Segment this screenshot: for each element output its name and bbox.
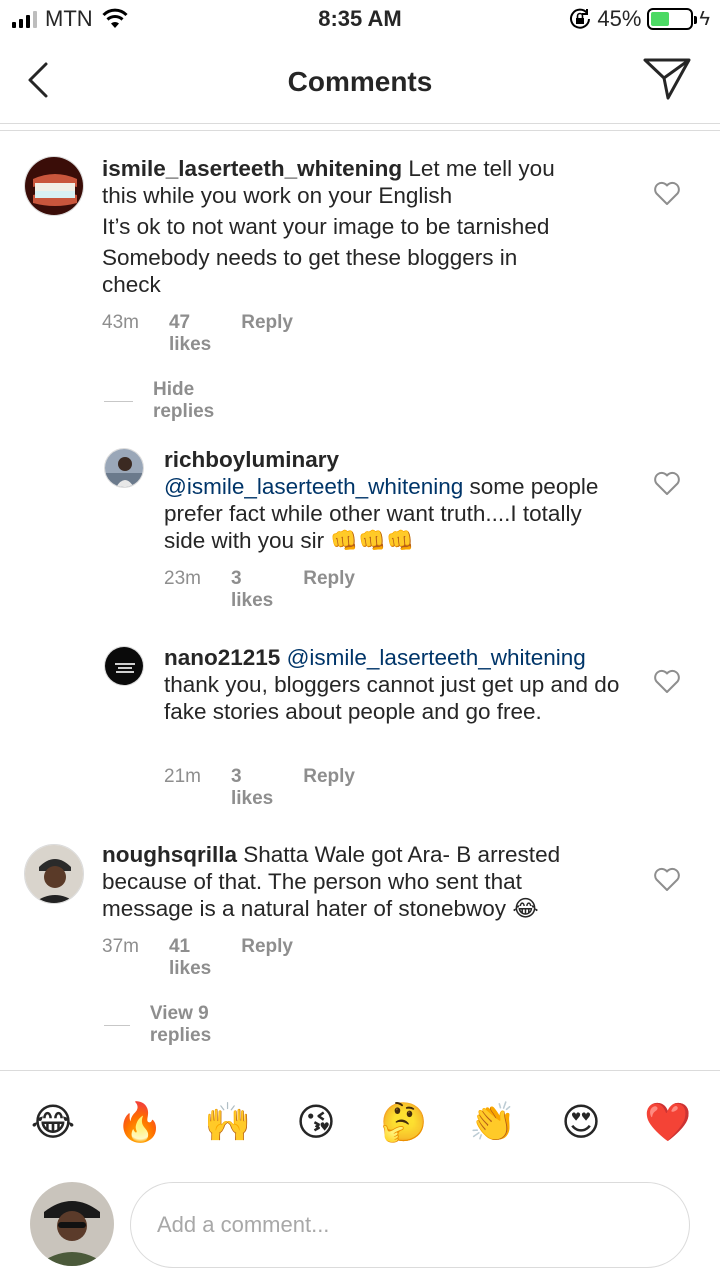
status-right: 45% ϟ (569, 6, 710, 32)
hide-replies-button[interactable]: Hide replies (104, 379, 227, 423)
battery-icon (647, 8, 698, 30)
emoji-thinking-button[interactable]: 🤔 (379, 1101, 429, 1145)
rotation-lock-icon (570, 8, 591, 29)
comment-meta: 21m 3 likes Reply (164, 766, 385, 810)
mention-link[interactable]: @ismile_laserteeth_whitening (287, 645, 586, 670)
charging-icon: ϟ (699, 7, 710, 30)
avatar[interactable] (104, 448, 144, 488)
comment-time: 37m (102, 936, 139, 957)
view-replies-button[interactable]: View 9 replies (104, 1003, 227, 1047)
reply-button[interactable]: Reply (303, 568, 355, 612)
heart-outline-icon[interactable] (653, 470, 681, 496)
comment-body: thank you, bloggers cannot just get up a… (164, 672, 620, 724)
emoji-raising-hands-button[interactable]: 🙌 (203, 1101, 253, 1145)
comment-text: noughsqrilla Shatta Wale got Ara- B arre… (102, 841, 602, 922)
replies-toggle-label: Hide replies (152, 379, 215, 422)
divider (104, 400, 133, 402)
comment-username[interactable]: nano21215 (164, 645, 280, 670)
comment-username[interactable]: noughsqrilla (102, 842, 237, 867)
likes-count[interactable]: 3 likes (231, 766, 273, 810)
replies-toggle-label: View 9 replies (149, 1003, 212, 1046)
emoji-red-heart-button[interactable]: ❤️ (643, 1101, 693, 1145)
divider (104, 1024, 130, 1026)
heart-outline-icon[interactable] (653, 668, 681, 694)
mention-link[interactable]: @ismile_laserteeth_whitening (164, 474, 463, 499)
comment-text: richboyluminary @ismile_laserteeth_white… (164, 446, 624, 554)
heart-outline-icon[interactable] (653, 866, 681, 892)
header: Comments (0, 40, 720, 124)
comment-username[interactable]: ismile_laserteeth_whitening (102, 156, 402, 181)
avatar[interactable] (104, 646, 144, 686)
likes-count[interactable]: 47 likes (169, 312, 211, 356)
avatar (30, 1182, 114, 1266)
heart-outline-icon[interactable] (653, 180, 681, 206)
battery-level (651, 12, 669, 26)
chevron-left-icon[interactable] (22, 58, 58, 102)
page-title: Comments (287, 66, 433, 97)
avatar[interactable] (24, 156, 84, 216)
comment-meta: 37m 41 likes Reply (102, 936, 323, 980)
avatar[interactable] (24, 844, 84, 904)
comment-body: Somebody needs to get these bloggers in … (102, 245, 518, 297)
comment-meta: 43m 47 likes Reply (102, 312, 323, 356)
emoji-fire-button[interactable]: 🔥 (115, 1101, 165, 1145)
likes-count[interactable]: 3 likes (231, 568, 273, 612)
reply-button[interactable]: Reply (241, 312, 293, 356)
divider (0, 130, 720, 131)
likes-count[interactable]: 41 likes (169, 936, 211, 980)
paper-plane-icon[interactable] (642, 56, 692, 102)
battery-percent: 45% (597, 6, 642, 31)
comment-time: 23m (164, 568, 201, 589)
emoji-tears-of-joy-button[interactable]: 😂 (28, 1101, 78, 1145)
emoji-kiss-button[interactable]: 😘 (291, 1101, 341, 1145)
comment-body: It’s ok to not want your image to be tar… (102, 214, 550, 239)
comment-time: 21m (164, 766, 201, 787)
comment-body: this while you work on your English (102, 183, 453, 208)
status-bar: MTN 8:35 AM 45% ϟ (0, 0, 720, 40)
emoji-quick-bar: 😂 🔥 🙌 😘 🤔 👏 😍 ❤️ (0, 1070, 720, 1172)
add-comment-input[interactable] (130, 1182, 690, 1268)
comment-time: 43m (102, 312, 139, 333)
emoji-clapping-button[interactable]: 👏 (468, 1101, 518, 1145)
reply-button[interactable]: Reply (303, 766, 355, 810)
emoji-heart-eyes-button[interactable]: 😍 (556, 1101, 606, 1145)
reply-button[interactable]: Reply (241, 936, 293, 980)
comment-body: Let me tell you (408, 156, 555, 181)
comment-composer (0, 1172, 720, 1280)
comment-meta: 23m 3 likes Reply (164, 568, 385, 612)
comment-text: nano21215 @ismile_laserteeth_whitening t… (164, 644, 624, 725)
comment-username[interactable]: richboyluminary (164, 446, 624, 473)
comment-text: ismile_laserteeth_whitening Let me tell … (102, 155, 622, 298)
